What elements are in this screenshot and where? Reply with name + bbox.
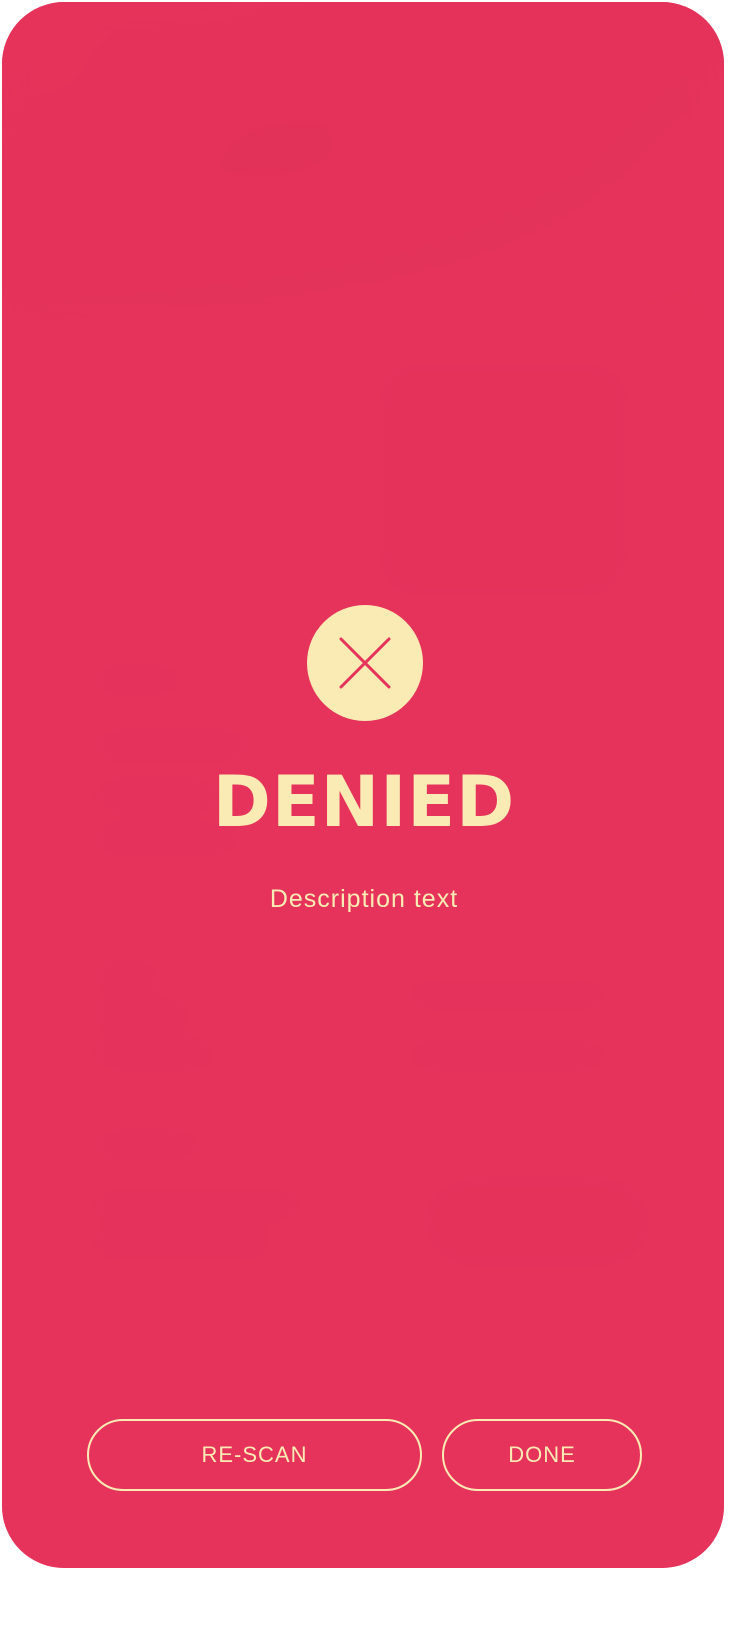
- status-badge: [307, 605, 423, 721]
- done-button[interactable]: DONE: [442, 1419, 642, 1491]
- rescan-button[interactable]: RE-SCAN: [87, 1419, 422, 1491]
- close-icon: [339, 637, 391, 689]
- scan-result-screen: DENIED Description text RE-SCAN DONE: [2, 2, 724, 1568]
- status-title: DENIED: [212, 761, 516, 843]
- status-description: Description text: [269, 885, 459, 913]
